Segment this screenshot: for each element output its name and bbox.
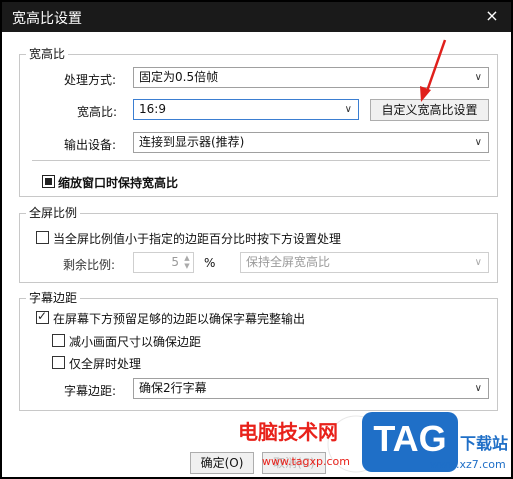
watermark-cn-text: 电脑技术网 [238,420,338,444]
aspect-ratio-dialog: 宽高比设置 × 宽高比 处理方式: 固定为0.5倍帧 ∨ 宽高比: 16:9 ∨… [0,0,513,479]
watermark-site-text: 下载站 [460,434,509,453]
tag-logo-text: TAG [373,418,447,459]
watermark-site-url: www.xz7.com [430,458,506,471]
watermark-url: www.tagxp.com [262,455,350,468]
watermark: 电脑技术网 www.tagxp.com TAG 下载站 www.xz7.com [234,406,513,478]
